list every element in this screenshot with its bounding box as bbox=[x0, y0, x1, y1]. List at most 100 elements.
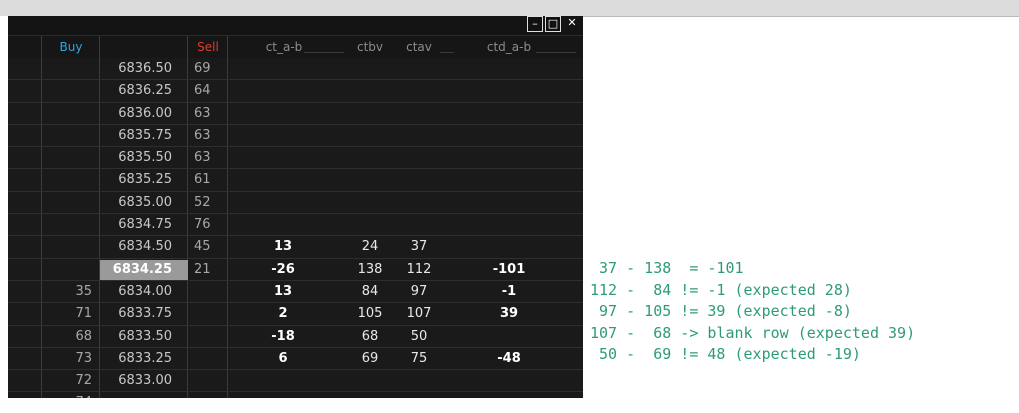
ctav-cell[interactable]: 75 bbox=[398, 348, 440, 369]
ct-a-b-cell[interactable]: 2 bbox=[228, 303, 338, 324]
column-header-ct-a-b[interactable]: ct_a-b bbox=[230, 36, 338, 58]
ctbv-cell[interactable]: 138 bbox=[344, 259, 396, 280]
ctav-cell[interactable] bbox=[398, 192, 440, 213]
ctbv-cell[interactable] bbox=[344, 214, 396, 235]
ladder-row[interactable]: 6834.75 76 bbox=[8, 214, 583, 237]
ct-a-b-cell[interactable] bbox=[228, 214, 338, 235]
ladder-row[interactable]: 6834.25 21 -26 138 112 -101 bbox=[8, 259, 583, 281]
buy-qty-cell[interactable] bbox=[42, 147, 100, 168]
ct-a-b-cell[interactable] bbox=[228, 147, 338, 168]
sell-qty-cell[interactable]: 64 bbox=[194, 80, 228, 101]
ctav-cell[interactable]: 97 bbox=[398, 281, 440, 302]
ct-a-b-cell[interactable] bbox=[228, 125, 338, 146]
sell-qty-cell[interactable] bbox=[194, 348, 228, 369]
ctav-cell[interactable] bbox=[398, 147, 440, 168]
ctd-a-b-cell[interactable]: -101 bbox=[448, 259, 570, 280]
price-cell[interactable]: 6834.00 bbox=[100, 281, 188, 302]
ctbv-cell[interactable] bbox=[344, 370, 396, 391]
ctav-cell[interactable] bbox=[398, 58, 440, 79]
ladder-row[interactable]: 6835.75 63 bbox=[8, 125, 583, 148]
sell-qty-cell[interactable]: 45 bbox=[194, 236, 228, 257]
buy-qty-cell[interactable] bbox=[42, 214, 100, 235]
ct-a-b-cell[interactable] bbox=[228, 169, 338, 190]
sell-qty-cell[interactable] bbox=[194, 392, 228, 398]
ctbv-cell[interactable]: 105 bbox=[344, 303, 396, 324]
ladder-row[interactable]: 6835.00 52 bbox=[8, 192, 583, 215]
buy-qty-cell[interactable]: 35 bbox=[42, 281, 100, 302]
ctd-a-b-cell[interactable] bbox=[448, 214, 570, 235]
ctav-cell[interactable] bbox=[398, 214, 440, 235]
price-cell[interactable]: 6833.50 bbox=[100, 326, 188, 347]
ladder-row[interactable]: 6835.25 61 bbox=[8, 169, 583, 192]
ctbv-cell[interactable] bbox=[344, 392, 396, 398]
close-icon[interactable]: ✕ bbox=[564, 16, 580, 32]
minimize-icon[interactable]: – bbox=[527, 16, 543, 32]
current-price-cell[interactable]: 6834.25 bbox=[100, 259, 188, 280]
price-cell[interactable] bbox=[100, 392, 188, 398]
price-cell[interactable]: 6833.00 bbox=[100, 370, 188, 391]
ctd-a-b-cell[interactable] bbox=[448, 392, 570, 398]
ctd-a-b-cell[interactable] bbox=[448, 192, 570, 213]
ctav-cell[interactable] bbox=[398, 392, 440, 398]
ct-a-b-cell[interactable]: 6 bbox=[228, 348, 338, 369]
price-cell[interactable]: 6834.50 bbox=[100, 236, 188, 257]
ctbv-cell[interactable]: 68 bbox=[344, 326, 396, 347]
ct-a-b-cell[interactable] bbox=[228, 103, 338, 124]
sell-qty-cell[interactable] bbox=[194, 303, 228, 324]
sell-qty-cell[interactable]: 63 bbox=[194, 103, 228, 124]
ctav-cell[interactable] bbox=[398, 103, 440, 124]
ctbv-cell[interactable] bbox=[344, 103, 396, 124]
ctbv-cell[interactable] bbox=[344, 58, 396, 79]
price-cell[interactable]: 6836.00 bbox=[100, 103, 188, 124]
buy-qty-cell[interactable] bbox=[42, 58, 100, 79]
buy-qty-cell[interactable] bbox=[42, 80, 100, 101]
ladder-row[interactable]: 6835.50 63 bbox=[8, 147, 583, 170]
price-cell[interactable]: 6834.75 bbox=[100, 214, 188, 235]
ctbv-cell[interactable] bbox=[344, 147, 396, 168]
ctav-cell[interactable]: 107 bbox=[398, 303, 440, 324]
column-header-sell[interactable]: Sell bbox=[188, 36, 228, 58]
ctbv-cell[interactable]: 69 bbox=[344, 348, 396, 369]
sell-qty-cell[interactable]: 69 bbox=[194, 58, 228, 79]
sell-qty-cell[interactable] bbox=[194, 370, 228, 391]
ctbv-cell[interactable] bbox=[344, 192, 396, 213]
ct-a-b-cell[interactable] bbox=[228, 80, 338, 101]
buy-qty-cell[interactable] bbox=[42, 169, 100, 190]
ladder-row[interactable]: 6834.50 45 13 24 37 bbox=[8, 236, 583, 259]
ctd-a-b-cell[interactable] bbox=[448, 370, 570, 391]
ctbv-cell[interactable] bbox=[344, 80, 396, 101]
ctbv-cell[interactable] bbox=[344, 169, 396, 190]
buy-qty-cell[interactable] bbox=[42, 125, 100, 146]
buy-qty-cell[interactable]: 74 bbox=[42, 392, 100, 398]
ladder-row[interactable]: 72 6833.00 bbox=[8, 370, 583, 393]
ct-a-b-cell[interactable] bbox=[228, 192, 338, 213]
ladder-row[interactable]: 73 6833.25 6 69 75 -48 bbox=[8, 348, 583, 371]
ctav-cell[interactable]: 112 bbox=[398, 259, 440, 280]
ctd-a-b-cell[interactable] bbox=[448, 103, 570, 124]
sell-qty-cell[interactable] bbox=[194, 281, 228, 302]
ctbv-cell[interactable] bbox=[344, 125, 396, 146]
window-titlebar[interactable]: – □ ✕ bbox=[8, 16, 583, 36]
price-cell[interactable]: 6833.75 bbox=[100, 303, 188, 324]
ladder-row[interactable]: 74 bbox=[8, 392, 583, 398]
price-cell[interactable]: 6836.25 bbox=[100, 80, 188, 101]
buy-qty-cell[interactable]: 68 bbox=[42, 326, 100, 347]
sell-qty-cell[interactable]: 63 bbox=[194, 147, 228, 168]
ladder-row[interactable]: 6836.00 63 bbox=[8, 103, 583, 125]
sell-qty-cell[interactable]: 21 bbox=[194, 259, 228, 280]
ctd-a-b-cell[interactable] bbox=[448, 169, 570, 190]
ctav-cell[interactable] bbox=[398, 80, 440, 101]
ct-a-b-cell[interactable]: -26 bbox=[228, 259, 338, 280]
ctbv-cell[interactable]: 24 bbox=[344, 236, 396, 257]
price-cell[interactable]: 6836.50 bbox=[100, 58, 188, 79]
ctav-cell[interactable] bbox=[398, 169, 440, 190]
column-header-ctd-a-b[interactable]: ctd_a-b bbox=[448, 36, 570, 58]
ladder-row[interactable]: 35 6834.00 13 84 97 -1 bbox=[8, 281, 583, 304]
ctd-a-b-cell[interactable] bbox=[448, 326, 570, 347]
buy-qty-cell[interactable] bbox=[42, 236, 100, 257]
buy-qty-cell[interactable]: 72 bbox=[42, 370, 100, 391]
ctd-a-b-cell[interactable]: -1 bbox=[448, 281, 570, 302]
ctav-cell[interactable] bbox=[398, 370, 440, 391]
ladder-row[interactable]: 6836.25 64 bbox=[8, 80, 583, 103]
maximize-icon[interactable]: □ bbox=[545, 16, 561, 32]
